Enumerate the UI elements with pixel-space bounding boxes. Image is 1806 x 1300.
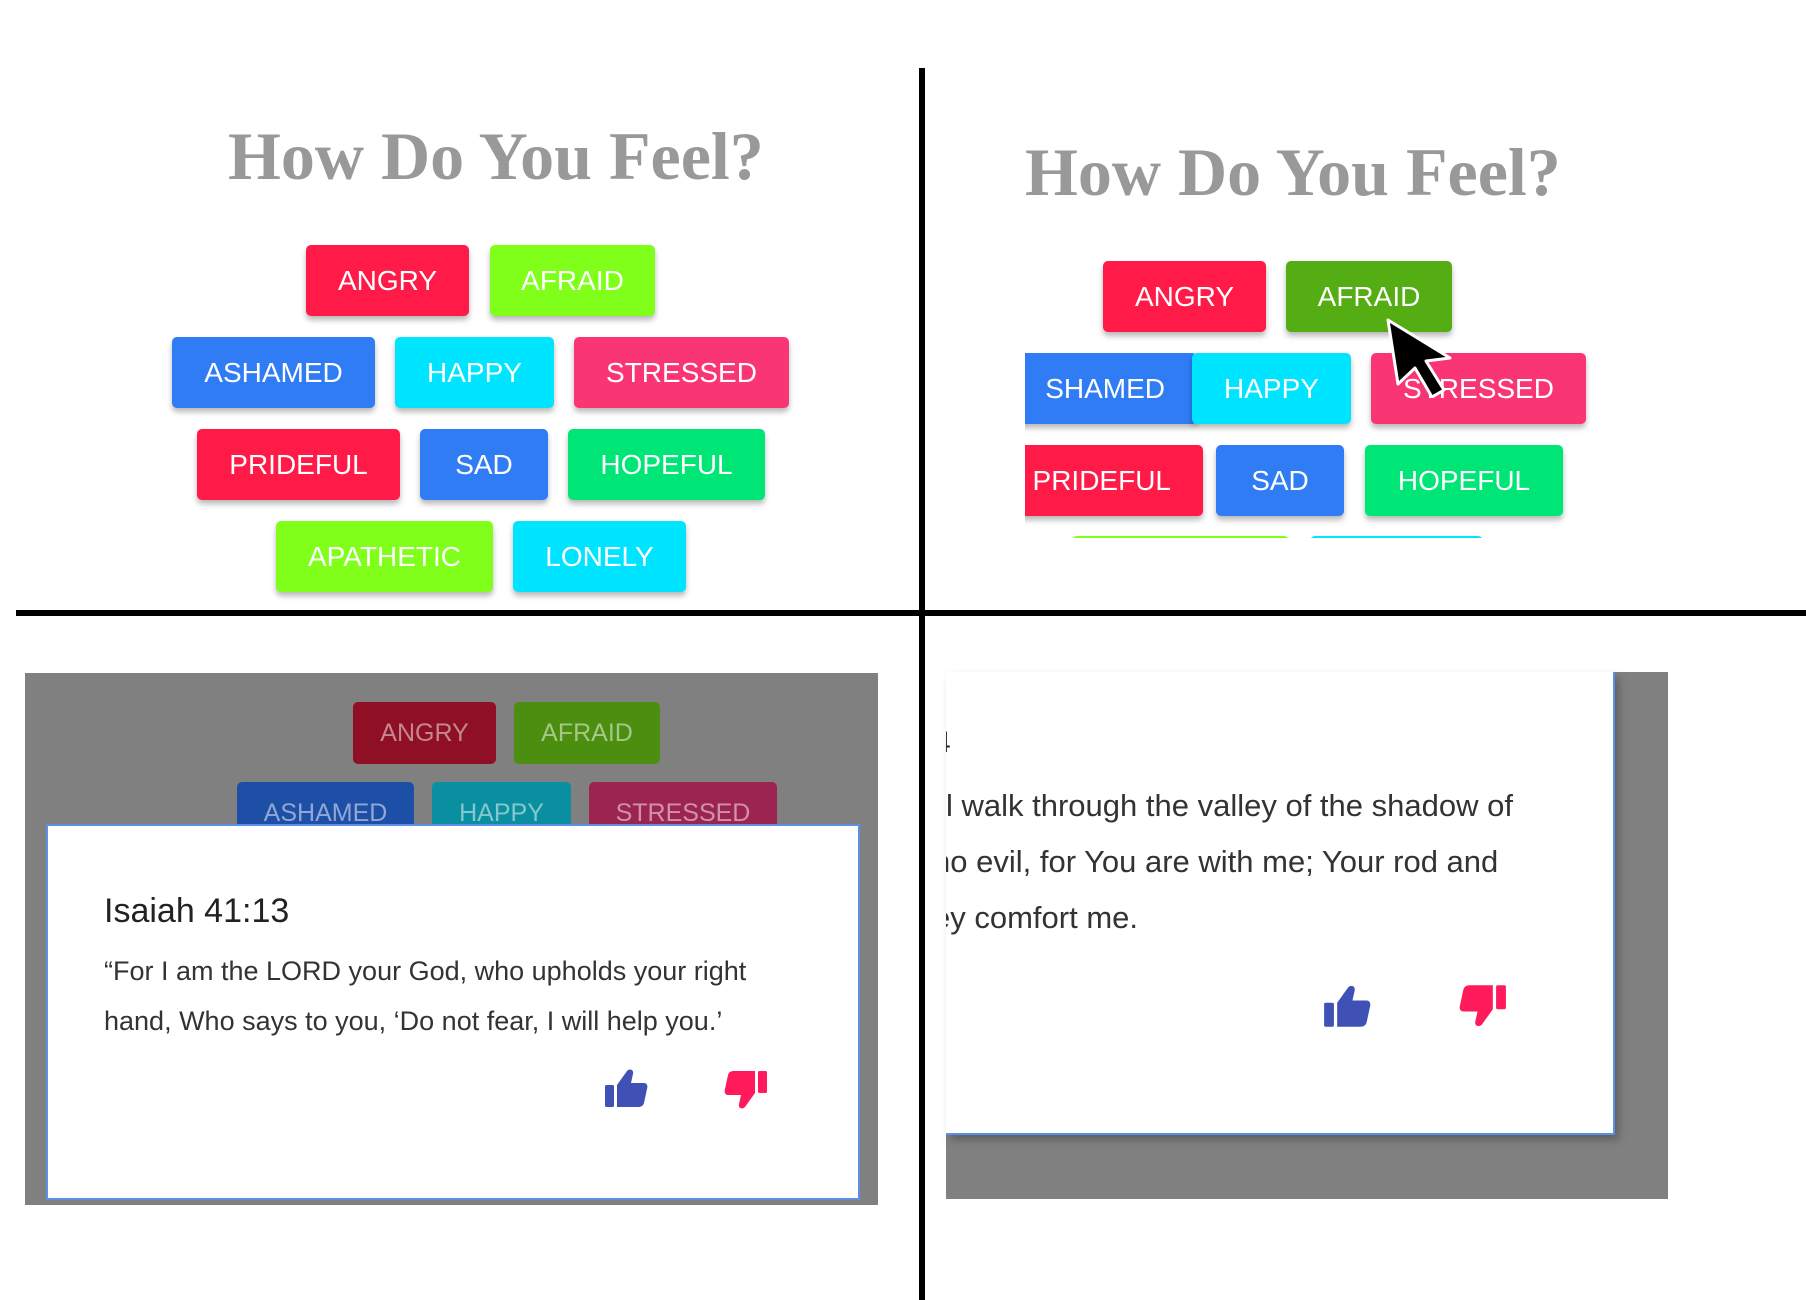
vertical-divider xyxy=(919,68,925,1300)
verse-line-3: ey comfort me. xyxy=(946,900,1138,935)
emotion-button-angry[interactable]: ANGRY xyxy=(306,245,469,316)
emotion-button-sad[interactable]: SAD xyxy=(420,429,548,500)
verse-text: “For I am the LORD your God, who upholds… xyxy=(104,956,747,1036)
emotion-button-prideful[interactable]: PRIDEFUL xyxy=(1025,445,1203,516)
verse-modal-zoomed: 4 l walk through the valley of the shado… xyxy=(946,672,1615,1135)
thumbs-up-icon[interactable] xyxy=(1323,984,1371,1028)
verse-line-2: no evil, for You are with me; Your rod a… xyxy=(946,844,1499,879)
thumbs-up-icon[interactable] xyxy=(604,1068,648,1108)
emotion-button-afraid[interactable]: AFRAID xyxy=(490,245,655,316)
emotion-button-ashamed-cut[interactable]: SHAMED xyxy=(1025,353,1197,424)
horizontal-divider xyxy=(16,610,1806,616)
emotion-button-lonely[interactable]: LONELY xyxy=(513,521,686,592)
emotion-button-angry-dimmed: ANGRY xyxy=(353,702,496,764)
emotion-button-angry[interactable]: ANGRY xyxy=(1103,261,1266,332)
emotion-button-apathetic-cut[interactable] xyxy=(1072,536,1289,538)
emotion-button-apathetic[interactable]: APATHETIC xyxy=(276,521,493,592)
emotion-button-happy[interactable]: HAPPY xyxy=(1192,353,1351,424)
emotion-button-happy[interactable]: HAPPY xyxy=(395,337,554,408)
emotion-button-prideful[interactable]: PRIDEFUL xyxy=(197,429,400,500)
emotion-button-stressed[interactable]: STRESSED xyxy=(574,337,789,408)
verse-reference: Isaiah 41:13 xyxy=(104,892,290,930)
emotion-button-hopeful[interactable]: HOPEFUL xyxy=(1365,445,1563,516)
mouse-cursor-icon xyxy=(1386,318,1452,398)
thumbs-down-icon[interactable] xyxy=(1459,984,1507,1028)
emotion-button-afraid-dimmed: AFRAID xyxy=(514,702,660,764)
verse-modal: Isaiah 41:13 “For I am the LORD your God… xyxy=(46,824,860,1200)
verse-reference-cut: 4 xyxy=(946,726,951,760)
page-title: How Do You Feel? xyxy=(228,118,764,194)
emotion-button-sad[interactable]: SAD xyxy=(1216,445,1344,516)
emotion-button-ashamed[interactable]: ASHAMED xyxy=(172,337,375,408)
verse-line-1: l walk through the valley of the shadow … xyxy=(946,788,1513,823)
emotion-button-lonely-cut[interactable] xyxy=(1310,536,1483,538)
button-grid-viewport: SHAMED HAPPY STRESSED PRIDEFUL SAD HOPEF… xyxy=(1025,340,1645,538)
emotion-button-hopeful[interactable]: HOPEFUL xyxy=(568,429,765,500)
thumbs-down-icon[interactable] xyxy=(724,1070,768,1110)
page-title: How Do You Feel? xyxy=(1025,134,1561,210)
